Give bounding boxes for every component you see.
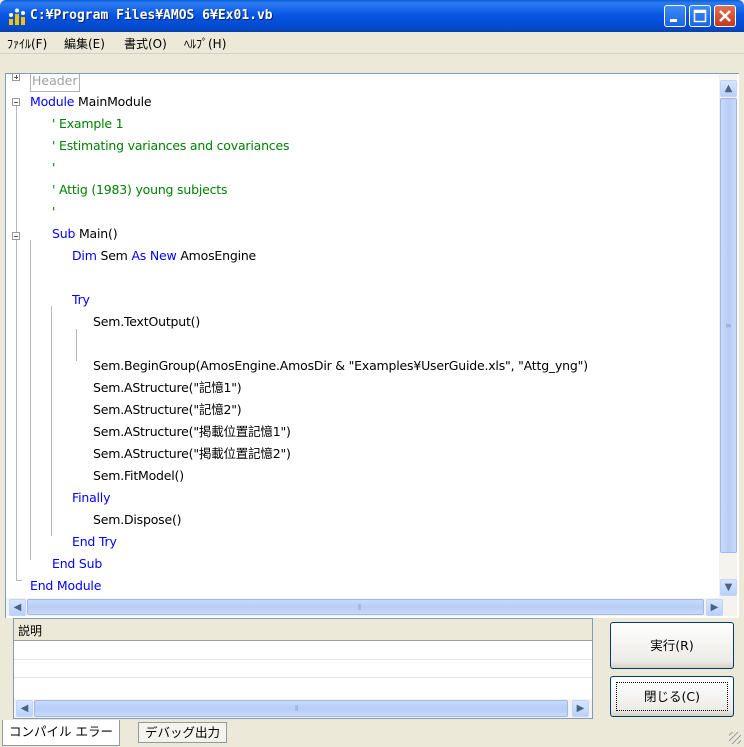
- app-window: C:¥Program Files¥AMOS 6¥Ex01.vb ﾌｧｲﾙ(F) …: [0, 0, 744, 747]
- keyword: Sub: [52, 226, 76, 241]
- try-fold-line: [51, 306, 52, 536]
- arrow-down-icon: ▼: [724, 582, 733, 593]
- grip-icon: ⦀: [295, 704, 299, 713]
- description-label: 説明: [18, 624, 43, 638]
- arrow-left-icon: ◀: [20, 703, 29, 714]
- tab-compile-errors[interactable]: コンパイル エラー: [2, 720, 120, 746]
- arrow-left-icon: ◀: [13, 602, 22, 613]
- arrow-right-icon: ▶: [576, 703, 585, 714]
- close-button[interactable]: 閉じる(C): [610, 676, 734, 717]
- code-line: Sub Main(): [52, 224, 118, 244]
- description-row-line: [14, 659, 592, 660]
- description-row-line: [14, 677, 592, 678]
- code-text: AmosEngine: [176, 248, 257, 263]
- menu-bar: ﾌｧｲﾙ(F) 編集(E) 書式(O) ﾍﾙﾌﾟ(H): [0, 32, 744, 54]
- code-line: Try: [72, 292, 90, 307]
- indent-guide: [76, 329, 77, 361]
- grip-icon: ⦀: [358, 603, 362, 612]
- scroll-down-button[interactable]: ▼: [720, 579, 737, 596]
- description-horizontal-scrollbar[interactable]: ◀ ⦀ ▶: [14, 699, 592, 718]
- close-window-button[interactable]: [714, 5, 736, 27]
- maximize-icon: [693, 9, 707, 23]
- description-panel: 説明 ◀ ⦀ ▶: [13, 618, 593, 719]
- code-area[interactable]: Header Module MainModule ' Example 1 ' E…: [6, 74, 718, 597]
- keyword: Dim: [72, 248, 97, 263]
- arrow-up-icon: ▲: [724, 83, 733, 94]
- scroll-thumb[interactable]: ⦀: [27, 599, 704, 615]
- scroll-thumb[interactable]: ⦀: [34, 700, 568, 717]
- module-fold-line: [16, 106, 17, 580]
- module-fold-end: [16, 580, 22, 581]
- code-text: Main(): [75, 226, 118, 241]
- resize-grip-icon[interactable]: [729, 732, 741, 744]
- sub-fold-line: [30, 240, 31, 560]
- scroll-up-button[interactable]: ▲: [720, 80, 737, 97]
- minimize-icon: [670, 19, 677, 22]
- grip-icon: ≡: [725, 321, 732, 330]
- code-line: Sem.AStructure("掲載位置記憶2"): [93, 446, 291, 461]
- menu-format[interactable]: 書式(O): [124, 35, 167, 52]
- keyword: Module: [30, 94, 75, 109]
- scroll-right-button[interactable]: ▶: [706, 599, 723, 616]
- code-line: Dim Sem As New AmosEngine: [72, 246, 256, 266]
- comment-line: ': [52, 204, 56, 219]
- code-line: Sem.AStructure("記憶2"): [93, 402, 242, 417]
- output-tabs: コンパイル エラー デバッグ出力: [0, 720, 744, 747]
- code-line: End Sub: [52, 556, 103, 571]
- comment-line: ' Estimating variances and covariances: [52, 138, 290, 153]
- maximize-button[interactable]: [689, 5, 711, 27]
- scroll-thumb[interactable]: ≡: [720, 98, 737, 553]
- menu-help[interactable]: ﾍﾙﾌﾟ(H): [184, 35, 226, 52]
- amos-app-icon: [9, 8, 25, 25]
- editor-vertical-scrollbar[interactable]: ▲ ≡ ▼: [719, 74, 737, 598]
- comment-line: ': [52, 160, 56, 175]
- code-line: Sem.Dispose(): [93, 512, 182, 527]
- code-line: Sem.FitModel(): [93, 468, 184, 483]
- collapse-module-icon[interactable]: [12, 98, 20, 106]
- code-line: Finally: [72, 490, 111, 505]
- title-bar[interactable]: C:¥Program Files¥AMOS 6¥Ex01.vb: [0, 0, 744, 32]
- minimize-button[interactable]: [664, 5, 686, 27]
- comment-line: ' Attig (1983) young subjects: [52, 182, 228, 197]
- expand-header-icon[interactable]: [12, 74, 20, 81]
- code-line: Sem.AStructure("掲載位置記憶1"): [93, 424, 291, 439]
- run-button[interactable]: 実行(R): [610, 622, 734, 669]
- code-line: Sem.AStructure("記憶1"): [93, 380, 242, 395]
- comment-line: ' Example 1: [52, 116, 124, 131]
- window-title: C:¥Program Files¥AMOS 6¥Ex01.vb: [30, 8, 273, 23]
- code-line: End Try: [72, 534, 117, 549]
- close-icon: [719, 10, 731, 22]
- code-text: MainModule: [74, 94, 152, 109]
- scroll-left-button[interactable]: ◀: [9, 599, 26, 616]
- code-line: End Module: [30, 578, 102, 593]
- code-line: Module MainModule: [30, 92, 152, 112]
- arrow-right-icon: ▶: [710, 602, 719, 613]
- scroll-left-button[interactable]: ◀: [16, 700, 33, 717]
- code-line: Sem.BeginGroup(AmosEngine.AmosDir & "Exa…: [93, 358, 588, 373]
- focus-rect: [616, 682, 728, 711]
- scroll-right-button[interactable]: ▶: [572, 700, 589, 717]
- header-region[interactable]: Header: [30, 74, 80, 92]
- code-editor[interactable]: Header Module MainModule ' Example 1 ' E…: [5, 73, 739, 618]
- keyword: As New: [131, 248, 177, 263]
- collapse-sub-icon[interactable]: [12, 232, 20, 240]
- code-text: Sem: [96, 248, 132, 263]
- description-header: 説明: [14, 619, 592, 641]
- tab-debug-output[interactable]: デバッグ出力: [138, 722, 228, 743]
- editor-horizontal-scrollbar[interactable]: ◀ ⦀ ▶: [6, 598, 737, 616]
- menu-edit[interactable]: 編集(E): [64, 35, 105, 52]
- menu-file[interactable]: ﾌｧｲﾙ(F): [7, 35, 47, 52]
- code-line: Sem.TextOutput(): [93, 314, 201, 329]
